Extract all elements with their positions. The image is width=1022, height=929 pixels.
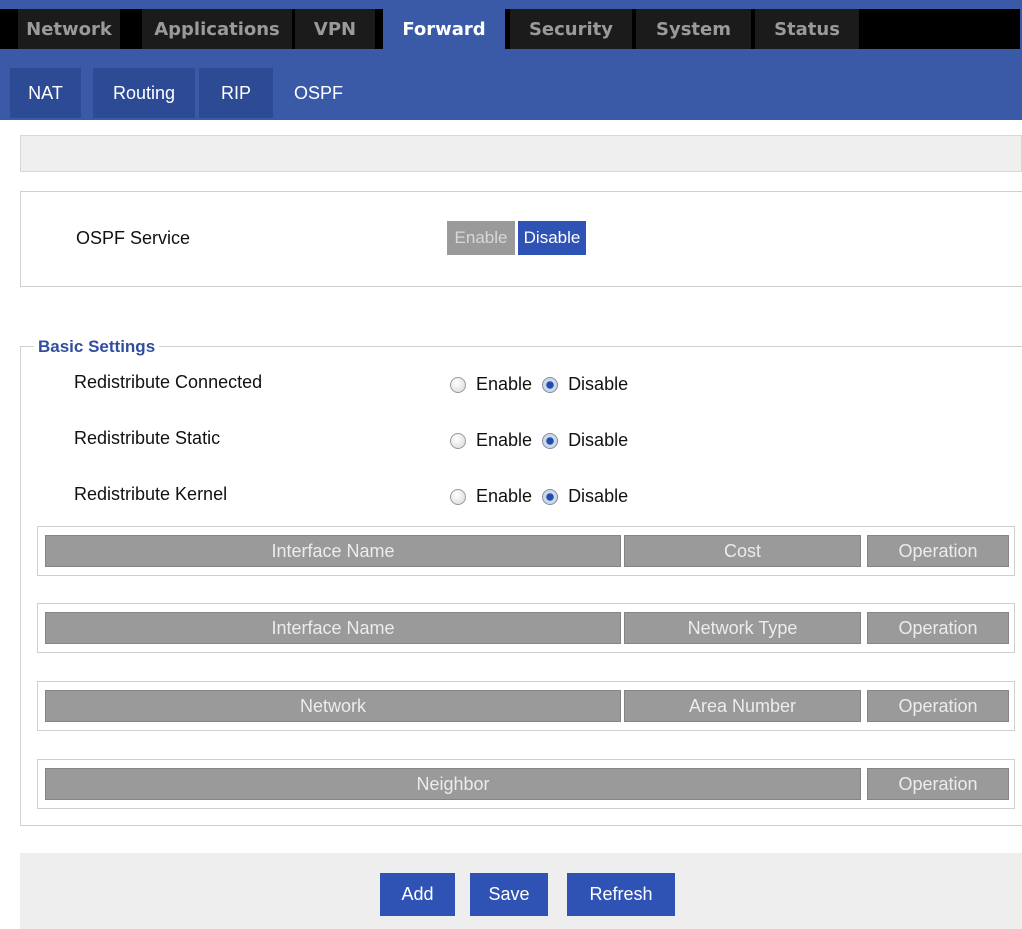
radio-disable-label: Disable — [568, 374, 629, 394]
column-header: Neighbor — [45, 768, 861, 800]
redistribute-connected-disable-radio[interactable] — [542, 376, 559, 393]
column-header: Network Type — [624, 612, 861, 644]
interface-network-type-table: Interface Name Network Type Operation — [37, 603, 1015, 653]
save-button[interactable]: Save — [470, 873, 548, 916]
tab-network[interactable]: Network — [18, 9, 120, 49]
redistribute-connected-enable-radio[interactable] — [450, 376, 466, 393]
network-area-table: Network Area Number Operation — [37, 681, 1015, 731]
tab-vpn[interactable]: VPN — [295, 9, 375, 49]
ospf-disable-button[interactable]: Disable — [518, 221, 586, 255]
tab-forward[interactable]: Forward — [383, 8, 505, 50]
ospf-enable-button[interactable]: Enable — [447, 221, 515, 255]
ospf-service-panel: OSPF Service Enable Disable — [20, 191, 1022, 287]
column-header: Cost — [624, 535, 861, 567]
redistribute-connected-options: Enable Disable — [450, 374, 638, 395]
tab-system[interactable]: System — [636, 9, 751, 49]
subtab-nat[interactable]: NAT — [10, 68, 81, 118]
refresh-button[interactable]: Refresh — [567, 873, 675, 916]
subtab-routing[interactable]: Routing — [93, 68, 195, 118]
tab-security[interactable]: Security — [510, 9, 632, 49]
redistribute-kernel-label: Redistribute Kernel — [74, 484, 228, 504]
radio-disable-label: Disable — [568, 486, 629, 506]
redistribute-static-enable-radio[interactable] — [450, 432, 466, 449]
redistribute-static-disable-radio[interactable] — [542, 432, 559, 449]
redistribute-connected-label: Redistribute Connected — [74, 372, 263, 392]
tab-applications[interactable]: Applications — [142, 9, 292, 49]
basic-settings-fieldset — [20, 346, 1022, 826]
column-header: Interface Name — [45, 535, 621, 567]
radio-enable-label: Enable — [476, 486, 533, 506]
column-header: Operation — [867, 690, 1009, 722]
ospf-service-label: OSPF Service — [76, 228, 191, 248]
radio-disable-label: Disable — [568, 430, 629, 450]
radio-enable-label: Enable — [476, 430, 533, 450]
subtab-rip[interactable]: RIP — [199, 68, 273, 118]
column-header: Operation — [867, 768, 1009, 800]
redistribute-static-options: Enable Disable — [450, 430, 638, 451]
neighbor-table: Neighbor Operation — [37, 759, 1015, 809]
basic-settings-title: Basic Settings — [34, 337, 160, 357]
add-button[interactable]: Add — [380, 873, 455, 916]
redistribute-kernel-options: Enable Disable — [450, 486, 638, 507]
radio-enable-label: Enable — [476, 374, 533, 394]
subtab-ospf[interactable]: OSPF — [277, 68, 360, 118]
column-header: Operation — [867, 612, 1009, 644]
column-header: Network — [45, 690, 621, 722]
column-header: Operation — [867, 535, 1009, 567]
redistribute-static-label: Redistribute Static — [74, 428, 221, 448]
column-header: Interface Name — [45, 612, 621, 644]
redistribute-kernel-enable-radio[interactable] — [450, 488, 466, 505]
interface-cost-table: Interface Name Cost Operation — [37, 526, 1015, 576]
column-header: Area Number — [624, 690, 861, 722]
redistribute-kernel-disable-radio[interactable] — [542, 488, 559, 505]
tab-status[interactable]: Status — [755, 9, 859, 49]
section-header-strip — [20, 135, 1022, 172]
